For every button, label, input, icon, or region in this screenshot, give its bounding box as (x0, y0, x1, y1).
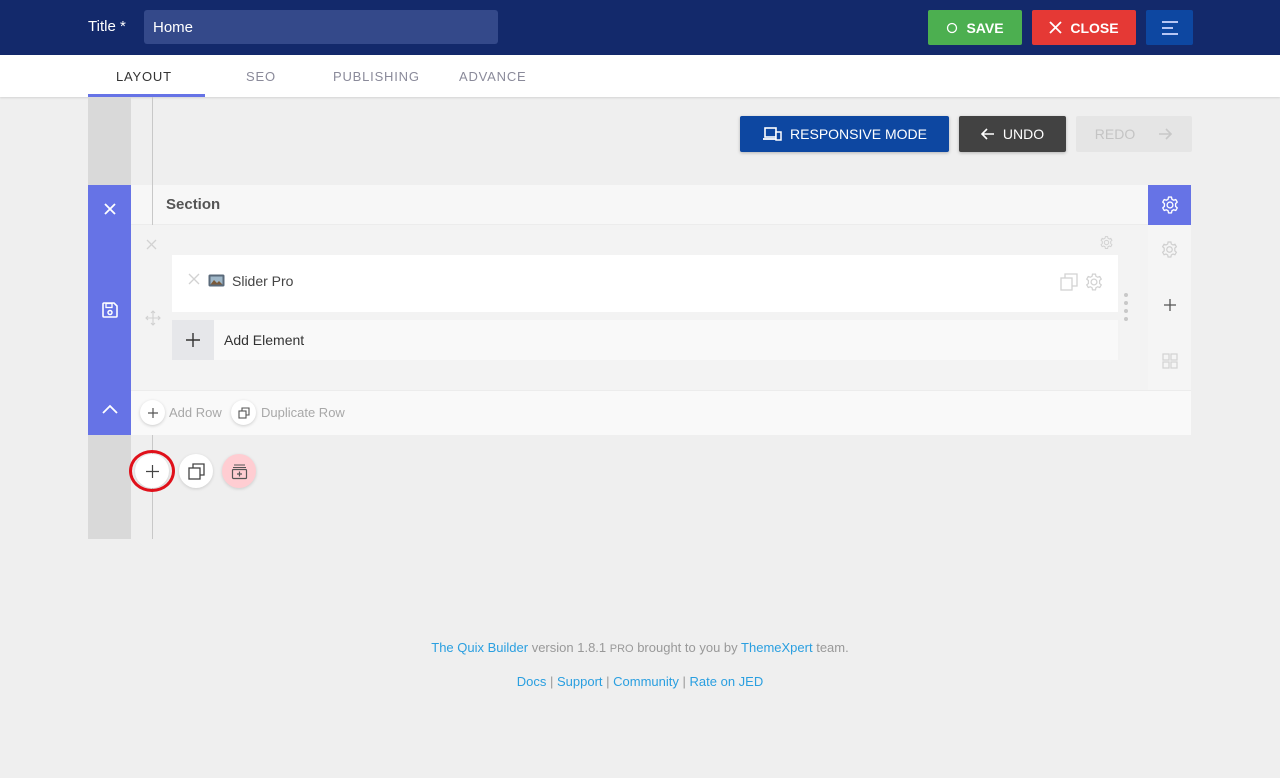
tab-advance[interactable]: ADVANCE (459, 69, 526, 84)
row-settings-button[interactable] (1148, 240, 1191, 259)
brought-text: brought to you by (633, 640, 742, 655)
tab-layout[interactable]: LAYOUT (116, 69, 172, 84)
add-section-button[interactable] (135, 454, 169, 488)
section-title: Section (166, 196, 221, 213)
grid-icon (1161, 353, 1178, 369)
chevron-up-icon (101, 404, 118, 414)
gear-icon (1161, 241, 1178, 258)
duplicate-section-button[interactable] (179, 454, 213, 488)
element-duplicate-button[interactable] (1060, 273, 1078, 296)
save-label: SAVE (966, 19, 1004, 36)
section-sidebar (88, 185, 131, 435)
close-icon (146, 239, 157, 250)
community-link[interactable]: Community (613, 674, 679, 689)
plus-icon (145, 464, 159, 478)
arrow-right-icon (1159, 128, 1173, 140)
duplicate-row-icon-button[interactable] (231, 400, 256, 425)
close-icon (1049, 21, 1063, 34)
element-card[interactable]: Slider Pro (172, 255, 1118, 312)
dot (1124, 309, 1128, 313)
column-settings-button[interactable] (1099, 235, 1114, 255)
save-icon (101, 302, 118, 318)
rate-on-jed-link[interactable]: Rate on JED (690, 674, 764, 689)
section-settings-button[interactable] (1148, 185, 1191, 225)
docs-link[interactable]: Docs (517, 674, 547, 689)
separator: | (602, 674, 614, 689)
plus-icon (172, 320, 214, 360)
undo-label: UNDO (1002, 126, 1045, 142)
element-settings-button[interactable] (1084, 272, 1104, 297)
close-icon (103, 203, 116, 215)
quix-builder-link[interactable]: The Quix Builder (431, 640, 528, 655)
add-row-icon-button[interactable] (140, 400, 165, 425)
undo-button[interactable]: UNDO (959, 116, 1066, 152)
hamburger-icon (1161, 20, 1178, 35)
add-column-button[interactable] (1148, 299, 1191, 311)
column-resize-handle[interactable] (1124, 293, 1128, 321)
library-add-icon (231, 463, 247, 479)
element-remove-button[interactable] (188, 272, 200, 289)
section-collapse-button[interactable] (88, 404, 131, 414)
redo-button[interactable]: REDO (1076, 116, 1192, 152)
gear-icon (1085, 273, 1103, 291)
separator: | (546, 674, 557, 689)
close-button[interactable]: CLOSE (1032, 10, 1136, 45)
title-label: Title * (88, 18, 126, 35)
dot (1124, 301, 1128, 305)
dot (1124, 293, 1128, 297)
credits: The Quix Builder version 1.8.1 PRO broug… (0, 640, 1280, 655)
dot (1124, 317, 1128, 321)
arrow-left-icon (980, 128, 994, 140)
pro-badge: PRO (609, 643, 634, 655)
section-divider (152, 185, 153, 225)
menu-button[interactable] (1146, 10, 1193, 45)
column-layout-button[interactable] (1148, 353, 1191, 369)
column-move-handle[interactable] (145, 310, 161, 331)
team-text: team. (812, 640, 849, 655)
gear-icon (1161, 196, 1178, 214)
add-row-button[interactable]: Add Row (169, 405, 222, 420)
tab-seo[interactable]: SEO (246, 69, 276, 84)
responsive-mode-label: RESPONSIVE MODE (790, 126, 927, 142)
section-header: Section (131, 185, 1148, 225)
plus-icon (1163, 299, 1176, 311)
plus-icon (147, 407, 158, 418)
redo-label: REDO (1094, 126, 1136, 142)
column-close-button[interactable] (146, 237, 157, 253)
section-close-button[interactable] (88, 203, 131, 215)
top-bar: Title * SAVE CLOSE (0, 0, 1280, 55)
themexpert-link[interactable]: ThemeXpert (741, 640, 813, 655)
copy-icon (187, 462, 205, 480)
support-link[interactable]: Support (557, 674, 603, 689)
element-label: Slider Pro (232, 273, 294, 289)
close-label: CLOSE (1070, 19, 1119, 36)
save-button[interactable]: SAVE (928, 10, 1022, 45)
gear-icon (1100, 236, 1113, 249)
footer-links: Docs | Support | Community | Rate on JED (0, 674, 1280, 689)
close-icon (188, 273, 200, 285)
copy-icon (237, 406, 250, 419)
slider-image-icon (208, 274, 225, 292)
copy-icon (1060, 273, 1078, 291)
tab-bar: LAYOUT SEO PUBLISHING ADVANCE (0, 55, 1280, 97)
responsive-mode-button[interactable]: RESPONSIVE MODE (740, 116, 949, 152)
separator: | (678, 674, 690, 689)
section-library-button[interactable] (222, 454, 256, 488)
devices-icon (763, 127, 782, 141)
title-input[interactable] (144, 10, 498, 44)
add-element-label: Add Element (224, 332, 305, 348)
tab-publishing[interactable]: PUBLISHING (333, 69, 420, 84)
add-element-button[interactable]: Add Element (172, 320, 1118, 360)
version-text: version 1.8.1 (528, 640, 610, 655)
section-save-button[interactable] (88, 301, 131, 319)
move-icon (145, 310, 161, 326)
circle-icon (947, 22, 958, 33)
duplicate-row-button[interactable]: Duplicate Row (261, 405, 345, 420)
